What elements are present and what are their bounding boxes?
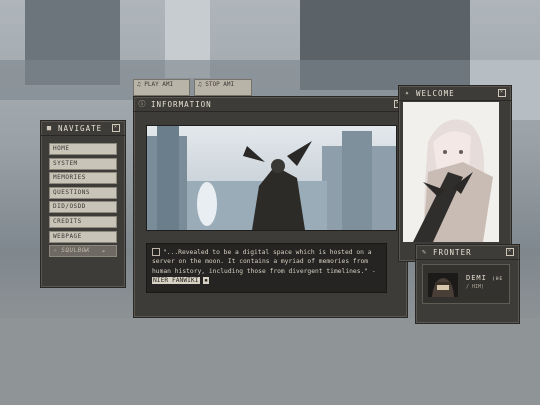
fronter-header: ✎ FRONTER × xyxy=(416,245,519,260)
nav-system-button[interactable]: SYSTEM xyxy=(49,157,117,170)
information-title: INFORMATION xyxy=(151,99,212,109)
fronter-title: FRONTER xyxy=(433,247,472,257)
close-icon[interactable]: × xyxy=(498,89,506,97)
close-icon[interactable]: × xyxy=(506,248,514,256)
fronter-name-text: DEMI xyxy=(466,274,487,282)
navigate-panel: ■ NAVIGATE × HOME SYSTEM MEMORIES QUESTI… xyxy=(40,120,126,288)
stop-ami-button[interactable]: ♫ STOP AMI xyxy=(194,79,252,96)
welcome-title: WELCOME xyxy=(416,88,455,98)
close-icon[interactable]: × xyxy=(112,124,120,132)
quote-end-mark: ▪ xyxy=(203,277,210,285)
fronter-card[interactable]: DEMI (HE / HIM) xyxy=(422,264,510,304)
nav-questions-button[interactable]: QUESTIONS xyxy=(49,186,117,199)
play-ami-label: PLAY AMI xyxy=(144,81,174,88)
information-artwork xyxy=(146,125,397,231)
information-quote: "...Revealed to be a digital space which… xyxy=(146,243,387,293)
nav-memories-button[interactable]: MEMORIES xyxy=(49,172,117,185)
fronter-name: DEMI (HE xyxy=(466,274,503,282)
welcome-portrait xyxy=(403,102,499,242)
play-ami-button[interactable]: ♫ PLAY AMI xyxy=(133,79,190,96)
stop-ami-label: STOP AMI xyxy=(205,81,235,88)
information-panel: ⓘ INFORMATION × "...Revealed to be a dig… xyxy=(133,96,408,318)
nav-did-osdd-button[interactable]: DID/OSDD xyxy=(49,201,117,214)
fronter-pronoun: (HE xyxy=(492,277,504,282)
nav-webpage-button[interactable]: WEBPAGE xyxy=(49,230,117,243)
info-icon: ⓘ xyxy=(138,100,147,108)
information-header: ⓘ INFORMATION × xyxy=(134,97,407,112)
nav-home-button[interactable]: HOME xyxy=(49,143,117,155)
document-icon xyxy=(152,248,160,256)
welcome-header: ✦ WELCOME × xyxy=(399,86,511,101)
menu-icon: ■ xyxy=(46,124,53,132)
avatar xyxy=(428,273,458,297)
nav-credits-button[interactable]: CREDITS xyxy=(49,215,117,228)
navigate-title: NAVIGATE xyxy=(58,123,103,133)
fronter-panel: ✎ FRONTER × DEMI (HE / HIM) xyxy=(415,244,520,324)
quote-text: "...Revealed to be a digital space which… xyxy=(152,249,376,275)
pen-icon: ✎ xyxy=(421,248,428,256)
fronter-pronoun-tail: / HIM) xyxy=(466,284,485,290)
pin-icon: ✦ xyxy=(404,89,411,97)
welcome-panel: ✦ WELCOME × xyxy=(398,85,512,262)
navigate-header: ■ NAVIGATE × xyxy=(41,121,125,136)
music-icon: ♫ xyxy=(137,81,141,88)
nav-pager[interactable]: ◂ • ▸ xyxy=(65,247,111,255)
music-icon: ♫ xyxy=(198,81,202,88)
nav-list: HOME SYSTEM MEMORIES QUESTIONS DID/OSDD … xyxy=(49,143,117,260)
nier-fanwiki-link[interactable]: NIER FANWIKI xyxy=(152,277,200,285)
